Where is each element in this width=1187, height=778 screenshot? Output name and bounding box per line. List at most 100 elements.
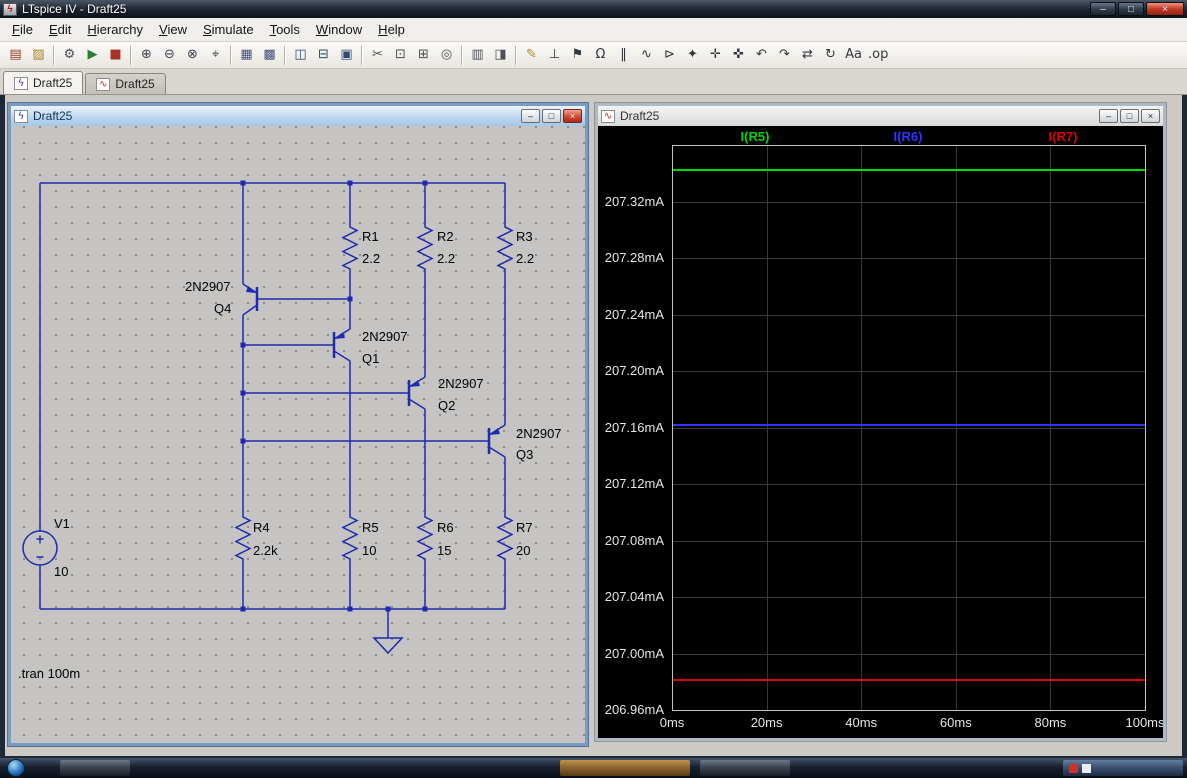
menu-edit[interactable]: Edit	[41, 19, 79, 40]
component-value[interactable]: 15	[437, 543, 451, 558]
component-ref[interactable]: R3	[516, 229, 533, 244]
waveform-close-button[interactable]	[1141, 109, 1160, 123]
x-axis-label: 0ms	[659, 715, 685, 730]
tab-1-draft25[interactable]: Draft25	[3, 71, 84, 94]
taskbar-item-2[interactable]	[560, 760, 690, 776]
rotate-button[interactable]: ↻	[819, 44, 842, 66]
legend-item-1[interactable]: I(R5)	[741, 129, 770, 144]
window-maximize-button[interactable]	[1118, 2, 1144, 16]
inductor-button[interactable]: ∿	[635, 44, 658, 66]
redo-button[interactable]: ↷	[773, 44, 796, 66]
zoom-back-button[interactable]: ⊖	[158, 44, 181, 66]
schematic-titlebar[interactable]: Draft25	[11, 106, 585, 126]
waveform-minimize-button[interactable]	[1099, 109, 1118, 123]
spice-directive[interactable]: .tran 100m	[18, 666, 80, 681]
grid-button[interactable]: ▦	[235, 44, 258, 66]
component-type[interactable]: 2N2907	[438, 376, 484, 391]
system-tray[interactable]	[1063, 760, 1183, 776]
copy-button[interactable]: ⊡	[389, 44, 412, 66]
menu-window[interactable]: Window	[308, 19, 370, 40]
undo-button[interactable]: ↶	[750, 44, 773, 66]
toolbar-separator	[130, 45, 132, 65]
tile-vertical-button[interactable]: ⊟	[312, 44, 335, 66]
new-schematic-button[interactable]: ▤	[4, 44, 27, 66]
schematic-canvas[interactable]: R1 2.2 R2 2.2 R3 2.2 2N2907 Q4 2N2907 Q1…	[11, 126, 585, 743]
waveform-content[interactable]: 207.32mA 207.28mA 207.24mA 207.20mA 207.16mA…	[598, 126, 1163, 738]
zoom-full-extents-button[interactable]: ⊗	[181, 44, 204, 66]
component-ref[interactable]: R2	[437, 229, 454, 244]
window-close-button[interactable]	[1146, 2, 1184, 16]
menu-simulate[interactable]: Simulate	[195, 19, 262, 40]
component-ref[interactable]: Q4	[214, 301, 231, 316]
component-ref[interactable]: Q2	[438, 398, 455, 413]
open-file-button[interactable]: ▨	[27, 44, 50, 66]
ground-button[interactable]: ⊥	[543, 44, 566, 66]
component-ref[interactable]: R5	[362, 520, 379, 535]
schematic-close-button[interactable]	[563, 109, 582, 123]
legend-item-3[interactable]: I(R7)	[1049, 129, 1078, 144]
control-panel-button[interactable]: ⚙	[58, 44, 81, 66]
halt-button[interactable]: ■	[104, 44, 127, 66]
text-button[interactable]: Aa	[842, 44, 865, 66]
waveform-maximize-button[interactable]	[1120, 109, 1139, 123]
component-ref[interactable]: Q1	[362, 351, 379, 366]
legend-item-2[interactable]: I(R6)	[894, 129, 923, 144]
component-value[interactable]: 10	[362, 543, 376, 558]
drag-button[interactable]: ✜	[727, 44, 750, 66]
zoom-in-button[interactable]: ⊕	[135, 44, 158, 66]
tray-icon-1[interactable]	[1069, 763, 1078, 773]
find-button[interactable]: ◎	[435, 44, 458, 66]
tray-icon-2[interactable]	[1082, 763, 1091, 773]
component-value[interactable]: 10	[54, 564, 68, 579]
app-icon	[3, 2, 17, 16]
menu-file[interactable]: File	[4, 19, 41, 40]
schematic-maximize-button[interactable]	[542, 109, 561, 123]
component-value[interactable]: 2.2k	[253, 543, 278, 558]
taskbar-item-1[interactable]	[60, 760, 130, 776]
window-minimize-button[interactable]	[1090, 2, 1116, 16]
cascade-windows-button[interactable]: ▣	[335, 44, 358, 66]
component-value[interactable]: 20	[516, 543, 530, 558]
start-button[interactable]	[7, 759, 25, 777]
menu-hierarchy[interactable]: Hierarchy	[79, 19, 151, 40]
schematic-minimize-button[interactable]	[521, 109, 540, 123]
component-button[interactable]: ✦	[681, 44, 704, 66]
component-value[interactable]: 2.2	[362, 251, 380, 266]
component-ref[interactable]: Q3	[516, 447, 533, 462]
component-ref[interactable]: R6	[437, 520, 454, 535]
component-value[interactable]: 2.2	[437, 251, 455, 266]
main-titlebar[interactable]: LTspice IV - Draft25	[0, 0, 1187, 18]
resistor-button[interactable]: Ω	[589, 44, 612, 66]
diode-button[interactable]: ⊳	[658, 44, 681, 66]
component-type[interactable]: 2N2907	[516, 426, 562, 441]
print-button[interactable]: ▥	[466, 44, 489, 66]
pan-button[interactable]: ⌖	[204, 44, 227, 66]
menu-tools[interactable]: Tools	[262, 19, 308, 40]
move-button[interactable]: ✛	[704, 44, 727, 66]
schematic-content[interactable]: R1 2.2 R2 2.2 R3 2.2 2N2907 Q4 2N2907 Q1…	[11, 126, 585, 743]
component-ref[interactable]: R4	[253, 520, 270, 535]
y-axis-label: 207.20mA	[604, 363, 664, 378]
menu-help[interactable]: Help	[370, 19, 413, 40]
run-button[interactable]: ▶	[81, 44, 104, 66]
component-ref[interactable]: R1	[362, 229, 379, 244]
tab-2-draft25[interactable]: Draft25	[85, 73, 166, 94]
waveform-titlebar[interactable]: Draft25	[598, 106, 1163, 126]
component-type[interactable]: 2N2907	[362, 329, 408, 344]
net-label-button[interactable]: ⚑	[566, 44, 589, 66]
mark-unconnected-button[interactable]: ▩	[258, 44, 281, 66]
mirror-button[interactable]: ⇄	[796, 44, 819, 66]
print-preview-button[interactable]: ◨	[489, 44, 512, 66]
menu-view[interactable]: View	[151, 19, 195, 40]
capacitor-button[interactable]: ‖	[612, 44, 635, 66]
paste-button[interactable]: ⊞	[412, 44, 435, 66]
component-ref[interactable]: V1	[54, 516, 70, 531]
draft-wire-button[interactable]: ✎	[520, 44, 543, 66]
taskbar-item-3[interactable]	[700, 760, 790, 776]
spice-directive-button[interactable]: .op	[865, 44, 891, 66]
component-ref[interactable]: R7	[516, 520, 533, 535]
component-value[interactable]: 2.2	[516, 251, 534, 266]
component-type[interactable]: 2N2907	[185, 279, 231, 294]
cut-button[interactable]: ✂	[366, 44, 389, 66]
tile-horizontal-button[interactable]: ◫	[289, 44, 312, 66]
